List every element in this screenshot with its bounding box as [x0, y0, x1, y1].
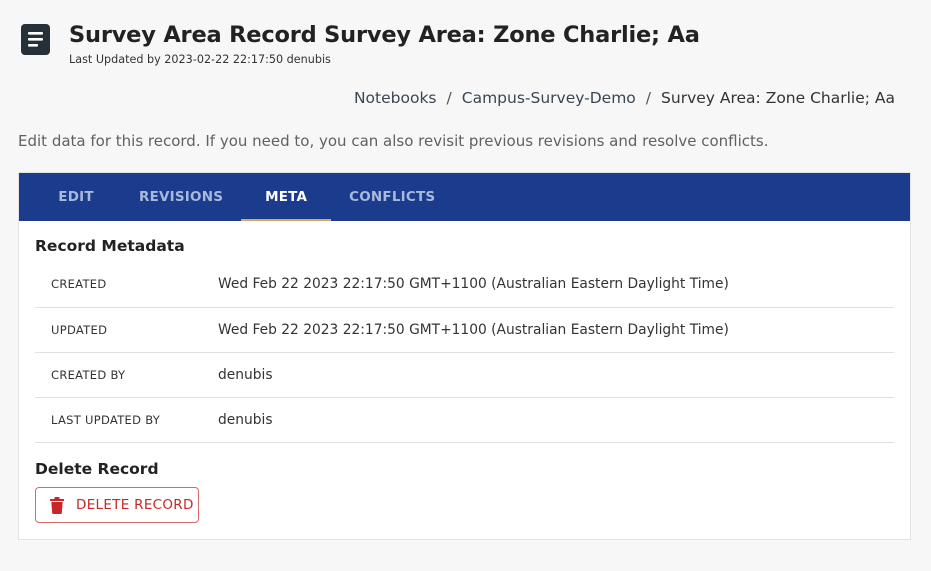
delete-record-button-label: DELETE RECORD: [76, 497, 194, 513]
breadcrumb-notebooks[interactable]: Notebooks: [354, 89, 437, 107]
table-row: LAST UPDATED BY denubis: [35, 397, 894, 442]
metadata-value-created-by: denubis: [218, 366, 273, 383]
breadcrumb-notebook[interactable]: Campus-Survey-Demo: [462, 89, 636, 107]
last-updated-text: Last Updated by 2023-02-22 22:17:50 denu…: [69, 53, 331, 66]
delete-record-button[interactable]: DELETE RECORD: [35, 487, 199, 523]
metadata-label-created: CREATED: [51, 277, 107, 292]
tab-meta[interactable]: META: [241, 173, 332, 221]
delete-record-heading: Delete Record: [35, 460, 159, 478]
tab-conflicts[interactable]: CONFLICTS: [331, 173, 453, 221]
table-row: UPDATED Wed Feb 22 2023 22:17:50 GMT+110…: [35, 307, 894, 352]
page: Survey Area Record Survey Area: Zone Cha…: [0, 0, 931, 571]
trash-icon: [50, 496, 64, 514]
metadata-table: CREATED Wed Feb 22 2023 22:17:50 GMT+110…: [35, 262, 894, 443]
record-metadata-heading: Record Metadata: [35, 237, 185, 255]
breadcrumb-separator: /: [446, 89, 452, 107]
table-row: CREATED BY denubis: [35, 352, 894, 397]
document-icon: [21, 24, 50, 55]
intro-text: Edit data for this record. If you need t…: [18, 132, 769, 150]
metadata-label-updated: UPDATED: [51, 322, 108, 337]
metadata-value-updated: Wed Feb 22 2023 22:17:50 GMT+1100 (Austr…: [218, 321, 729, 338]
breadcrumb-separator: /: [645, 89, 652, 107]
record-header: Survey Area Record Survey Area: Zone Cha…: [21, 20, 700, 66]
breadcrumb: Notebooks / Campus-Survey-Demo / Survey …: [354, 89, 895, 107]
title-block: Survey Area Record Survey Area: Zone Cha…: [69, 20, 700, 66]
metadata-label-last-updated-by: LAST UPDATED BY: [51, 412, 161, 427]
metadata-label-created-by: CREATED BY: [51, 367, 126, 382]
record-card: EDIT REVISIONS META CONFLICTS Record Met…: [18, 172, 911, 540]
tab-edit[interactable]: EDIT: [31, 173, 121, 221]
page-title: Survey Area Record Survey Area: Zone Cha…: [69, 22, 700, 48]
breadcrumb-current-record: Survey Area: Zone Charlie; Aa: [661, 89, 895, 107]
metadata-value-last-updated-by: denubis: [218, 411, 273, 428]
tab-revisions[interactable]: REVISIONS: [121, 173, 241, 221]
table-row: CREATED Wed Feb 22 2023 22:17:50 GMT+110…: [35, 262, 894, 307]
tab-bar: EDIT REVISIONS META CONFLICTS: [19, 173, 910, 221]
metadata-value-created: Wed Feb 22 2023 22:17:50 GMT+1100 (Austr…: [218, 276, 729, 293]
